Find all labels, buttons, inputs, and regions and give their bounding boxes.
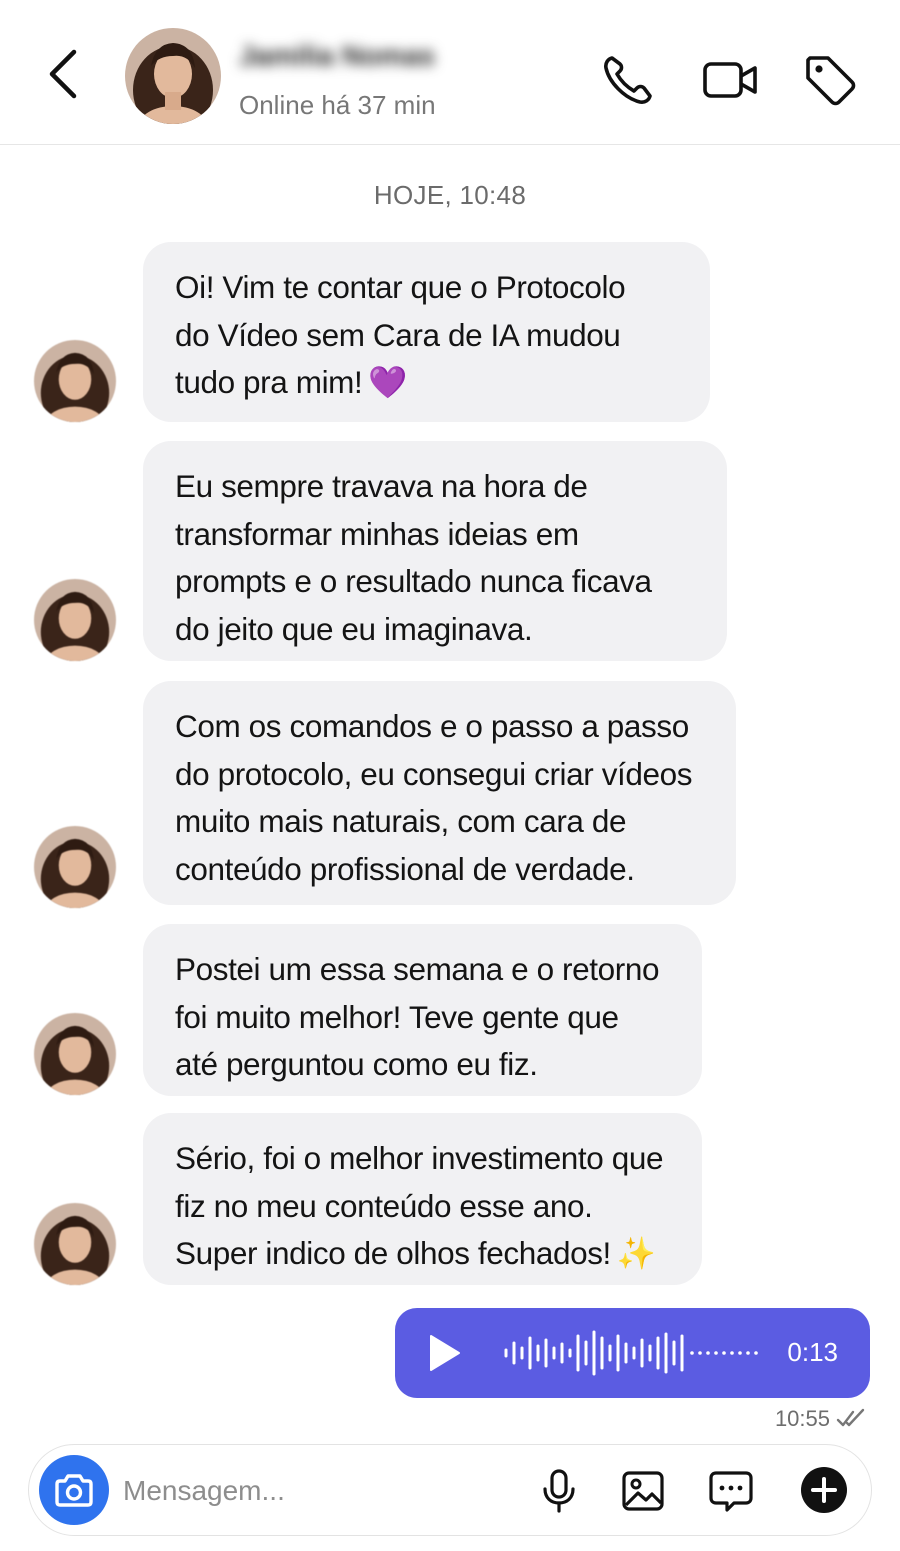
camera-icon [55, 1474, 93, 1507]
play-icon[interactable] [423, 1332, 465, 1374]
message-bubble: Sério, foi o melhor investimento que fiz… [143, 1113, 702, 1285]
message-bubble: Postei um essa semana e o retorno foi mu… [143, 924, 702, 1096]
camera-button[interactable] [39, 1455, 109, 1525]
gallery-button[interactable] [619, 1467, 667, 1515]
chat-header: Jamilia Nomas Online há 37 min [0, 0, 900, 145]
message-input[interactable] [123, 1467, 503, 1515]
tag-icon [806, 56, 856, 106]
sticker-button[interactable] [707, 1467, 755, 1515]
date-separator: HOJE, 10:48 [373, 180, 527, 210]
contact-avatar[interactable] [125, 28, 221, 124]
sender-avatar [34, 1013, 116, 1095]
contact-status: Online há 37 min [239, 90, 436, 120]
message-line: transformar minhas ideias em [175, 515, 579, 552]
message-composer [28, 1444, 872, 1536]
voice-message[interactable]: 0:13 [395, 1308, 870, 1398]
sender-avatar [34, 826, 116, 908]
waveform-icon [504, 1330, 758, 1376]
video-camera-icon [703, 62, 757, 98]
image-icon [622, 1471, 664, 1511]
double-check-icon [836, 1408, 865, 1427]
message-line: fiz no meu conteúdo esse ano. [175, 1187, 593, 1224]
video-call-button[interactable] [700, 50, 760, 110]
voice-call-button[interactable] [598, 50, 658, 110]
message-line: do protocolo, eu consegui criar vídeos [175, 755, 693, 792]
message-line: do Vídeo sem Cara de IA mudou [175, 316, 621, 353]
message-line: foi muito melhor! Teve gente que [175, 998, 619, 1035]
back-arrow-icon [49, 49, 77, 99]
purple-heart-emoji: 💜 [368, 364, 408, 400]
sender-avatar [34, 1203, 116, 1285]
sparkles-emoji: ✨ [616, 1235, 656, 1271]
message-line: Postei um essa semana e o retorno [175, 951, 660, 987]
plus-icon [801, 1467, 847, 1513]
message-line: Sério, foi o melhor investimento que [175, 1140, 664, 1176]
message-line: até perguntou como eu fiz. [175, 1046, 538, 1082]
sender-avatar [34, 579, 116, 661]
back-button[interactable] [40, 44, 88, 104]
sender-avatar [34, 340, 116, 422]
sticker-icon [709, 1471, 753, 1512]
tag-button[interactable] [800, 50, 860, 110]
message-bubble: Eu sempre travava na hora de transformar… [143, 441, 727, 661]
message-bubble: Oi! Vim te contar que o Protocolo do Víd… [143, 242, 710, 422]
message-line: conteúdo profissional de verdade. [175, 850, 635, 887]
message-line: Oi! Vim te contar que o Protocolo [175, 269, 626, 305]
message-line: muito mais naturais, com cara de [175, 803, 627, 839]
message-line: Com os comandos e o passo a passo [175, 708, 689, 744]
message-line: prompts e o resultado nunca ficava [175, 563, 652, 599]
message-line: do jeito que eu imaginava. [175, 610, 533, 647]
chat-screen: Jamilia Nomas Online há 37 min HOJE, 10:… [0, 0, 900, 1551]
microphone-icon [543, 1469, 575, 1513]
message-line: Eu sempre travava na hora de [175, 468, 588, 504]
add-button[interactable] [799, 1465, 849, 1515]
voice-duration: 0:13 [787, 1337, 838, 1367]
message-line: Super indico de olhos fechados! ✨ [175, 1230, 672, 1278]
message-timestamp: 10:55 [774, 1406, 830, 1431]
message-line: tudo pra mim! 💜 [175, 359, 680, 407]
contact-name: Jamilia Nomas [239, 40, 436, 71]
avatar-photo [125, 28, 221, 124]
microphone-button[interactable] [535, 1467, 583, 1515]
message-bubble: Com os comandos e o passo a passo do pro… [143, 681, 736, 905]
phone-icon [604, 56, 652, 104]
